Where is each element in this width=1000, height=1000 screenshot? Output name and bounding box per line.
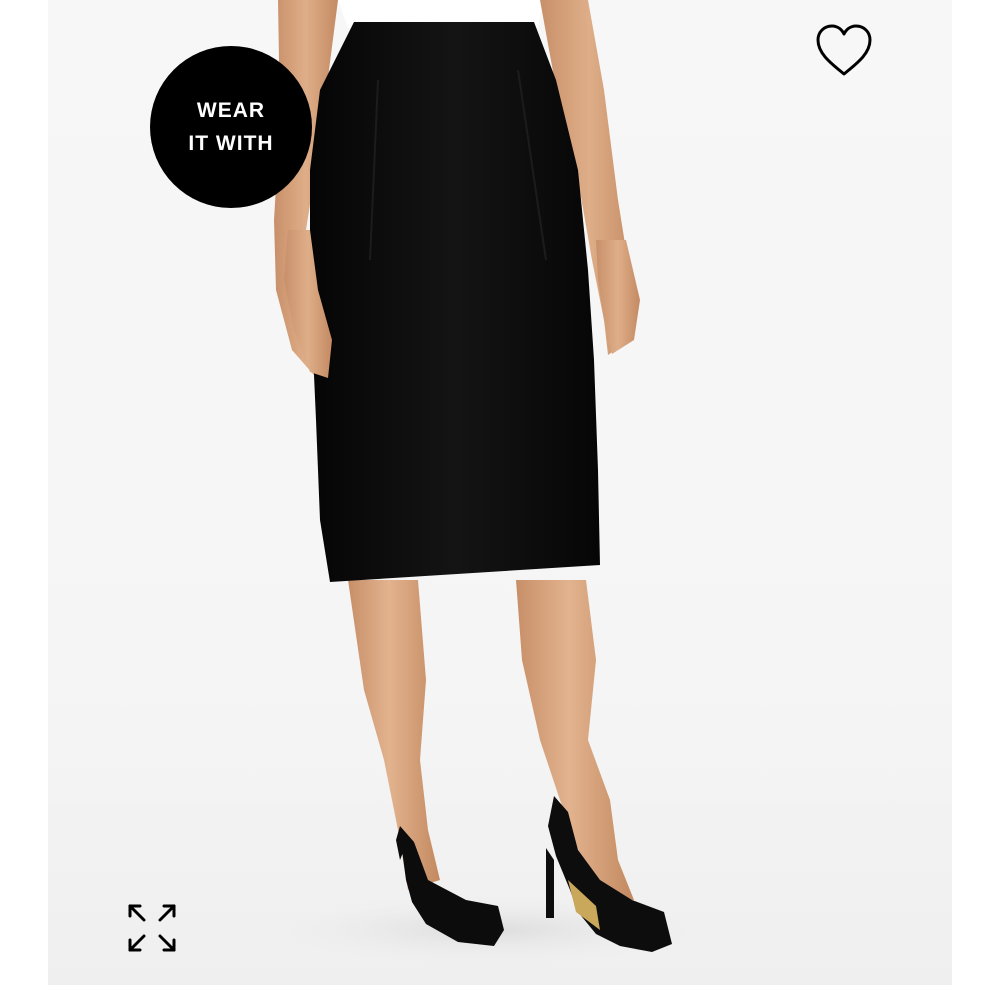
pencil-skirt bbox=[310, 22, 600, 582]
expand-image-button[interactable] bbox=[124, 900, 180, 956]
favorite-button[interactable] bbox=[812, 22, 876, 82]
right-shoe-heel bbox=[546, 848, 554, 918]
product-image-page: WEAR IT WITH bbox=[0, 0, 1000, 1000]
badge-line-1: WEAR bbox=[196, 99, 266, 122]
right-hand bbox=[596, 240, 640, 354]
heart-outline-icon bbox=[816, 24, 872, 76]
badge-line-2: IT WITH bbox=[188, 132, 274, 155]
expand-arrows-icon bbox=[128, 904, 176, 952]
left-leg bbox=[348, 580, 440, 890]
wear-it-with-badge[interactable]: WEAR IT WITH bbox=[150, 46, 312, 208]
